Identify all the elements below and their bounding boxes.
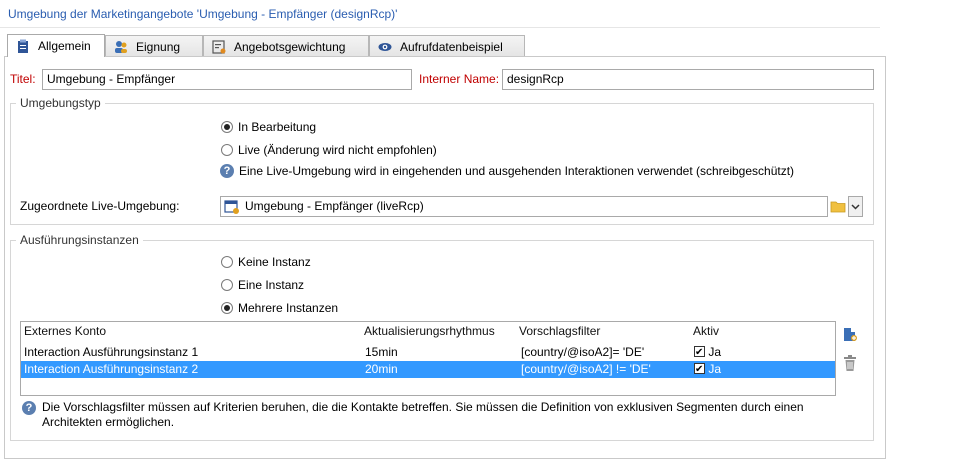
env-type-help: ? Eine Live-Umgebung wird in eingehenden …: [220, 163, 794, 179]
column-header-active[interactable]: Aktiv: [693, 322, 719, 340]
radio-keine-instanz[interactable]: Keine Instanz: [221, 254, 311, 270]
radio-eine-instanz[interactable]: Eine Instanz: [221, 277, 304, 293]
cell-filter: [country/@isoA2] != 'DE': [521, 362, 651, 376]
tab-label: Allgemein: [38, 39, 91, 53]
tab-label: Eignung: [136, 39, 181, 54]
radio-button[interactable]: [221, 279, 233, 291]
cell-active: Ja: [694, 344, 721, 361]
cell-rhythm: 20min: [365, 362, 398, 376]
table-row[interactable]: Interaction Ausführungsinstanz 1 15min […: [21, 344, 835, 361]
radio-mehrere-instanzen[interactable]: Mehrere Instanzen: [221, 300, 338, 316]
active-label: Ja: [708, 345, 722, 359]
tab-eignung[interactable]: Eignung: [105, 35, 203, 57]
cell-account: Interaction Ausführungsinstanz 2: [24, 362, 199, 376]
env-type-group-title: Umgebungstyp: [16, 96, 105, 110]
cell-active: Ja: [694, 361, 721, 378]
radio-button[interactable]: [221, 121, 233, 133]
radio-label: Mehrere Instanzen: [238, 301, 339, 315]
folder-icon[interactable]: [830, 198, 846, 214]
users-icon: [115, 40, 127, 53]
live-env-field[interactable]: Umgebung - Empfänger (liveRcp): [220, 196, 828, 217]
window-title: Umgebung der Marketingangebote 'Umgebung…: [0, 0, 880, 28]
clipboard-icon: [18, 39, 28, 53]
radio-in-bearbeitung[interactable]: In Bearbeitung: [221, 119, 316, 135]
trash-icon[interactable]: [842, 354, 858, 372]
add-icon[interactable]: [841, 326, 859, 344]
radio-label: Keine Instanz: [238, 255, 311, 269]
tab-allgemein[interactable]: Allgemein: [7, 34, 105, 57]
cell-rhythm: 15min: [365, 345, 398, 359]
column-header-account[interactable]: Externes Konto: [24, 322, 106, 340]
cell-account: Interaction Ausführungsinstanz 1: [24, 345, 199, 359]
tab-angebotsgewichtung[interactable]: Angebotsgewichtung: [203, 35, 369, 57]
column-header-filter[interactable]: Vorschlagsfilter: [519, 322, 600, 340]
dropdown-button[interactable]: [848, 196, 863, 217]
internal-name-label: Interner Name:: [419, 72, 500, 86]
radio-label: In Bearbeitung: [238, 120, 317, 134]
help-icon: ?: [22, 401, 36, 415]
chevron-down-icon: [851, 204, 860, 210]
active-label: Ja: [708, 362, 722, 376]
radio-button[interactable]: [221, 256, 233, 268]
instances-table[interactable]: Externes Konto Aktualisierungsrhythmus V…: [20, 321, 836, 396]
eye-icon: [378, 42, 392, 51]
title-input[interactable]: Umgebung - Empfänger: [42, 69, 412, 90]
instances-group-title: Ausführungsinstanzen: [16, 233, 143, 247]
radio-label: Live (Änderung wird nicht empfohlen): [238, 143, 437, 157]
help-icon: ?: [220, 164, 234, 178]
radio-live[interactable]: Live (Änderung wird nicht empfohlen): [221, 142, 437, 158]
weighting-icon: [212, 39, 226, 54]
radio-button[interactable]: [221, 302, 233, 314]
live-env-label: Zugeordnete Live-Umgebung:: [20, 199, 180, 213]
tab-label: Angebotsgewichtung: [234, 39, 346, 54]
help-text: Eine Live-Umgebung wird in eingehenden u…: [239, 164, 795, 178]
cell-filter: [country/@isoA2]= 'DE': [521, 345, 645, 359]
table-row[interactable]: Interaction Ausführungsinstanz 2 20min […: [21, 361, 835, 378]
tab-aufrufdatenbeispiel[interactable]: Aufrufdatenbeispiel: [369, 35, 525, 57]
title-label: Titel:: [10, 72, 36, 86]
radio-button[interactable]: [221, 144, 233, 156]
active-checkbox[interactable]: [694, 361, 705, 378]
column-header-rhythm[interactable]: Aktualisierungsrhythmus: [364, 322, 495, 340]
instances-help-text: Die Vorschlagsfilter müssen auf Kriterie…: [42, 400, 804, 429]
internal-name-input[interactable]: designRcp: [502, 69, 874, 90]
active-checkbox[interactable]: [694, 344, 705, 361]
environment-icon: [224, 200, 239, 214]
tab-label: Aufrufdatenbeispiel: [400, 39, 503, 54]
live-env-value: Umgebung - Empfänger (liveRcp): [245, 199, 424, 213]
radio-label: Eine Instanz: [238, 278, 305, 292]
